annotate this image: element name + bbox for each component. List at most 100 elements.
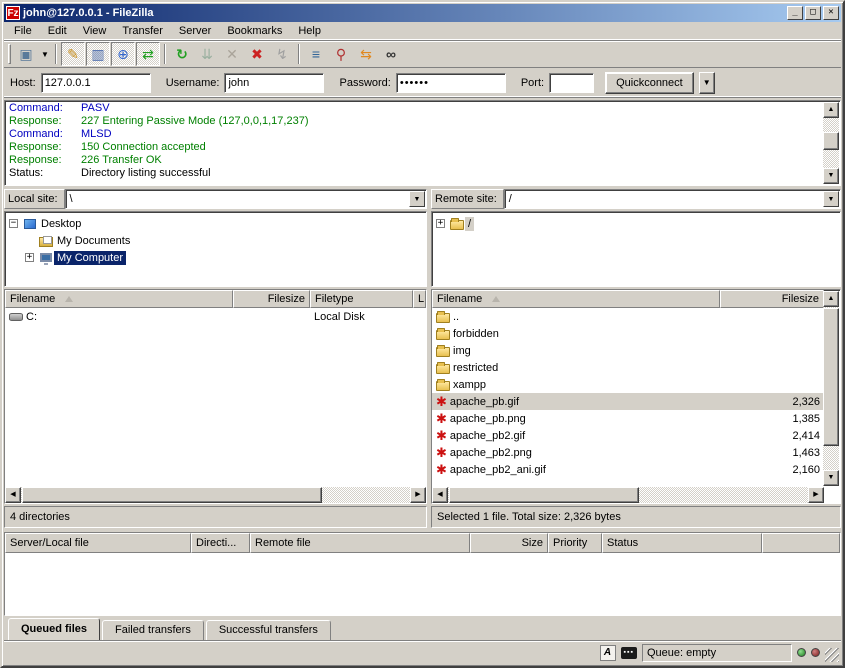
scroll-up-icon[interactable]: ▲ xyxy=(823,102,839,118)
tree-item-my-documents[interactable]: My Documents xyxy=(7,232,424,249)
column-header-remote-file[interactable]: Remote file xyxy=(250,533,470,553)
scroll-left-icon[interactable]: ◀ xyxy=(432,487,448,503)
menu-file[interactable]: File xyxy=(6,23,40,39)
menu-view[interactable]: View xyxy=(75,23,115,39)
disconnect-button[interactable]: ✖ xyxy=(245,42,269,66)
minimize-button[interactable]: _ xyxy=(787,6,803,20)
column-header-direction[interactable]: Directi... xyxy=(191,533,250,553)
file-row[interactable]: forbidden xyxy=(432,325,824,342)
tab-queued-files[interactable]: Queued files xyxy=(8,618,100,641)
column-header-filesize[interactable]: Filesize xyxy=(720,290,824,308)
tree-item-root[interactable]: + / xyxy=(434,215,838,232)
cancel-operation-button[interactable]: ✕ xyxy=(220,42,244,66)
file-row[interactable]: img xyxy=(432,342,824,359)
scroll-right-icon[interactable]: ▶ xyxy=(410,487,426,503)
column-header-status[interactable]: Status xyxy=(602,533,762,553)
quickconnect-dropdown[interactable]: ▼ xyxy=(699,72,715,94)
toggle-remote-tree-button[interactable]: ⊕ xyxy=(111,42,135,66)
column-header-filename[interactable]: Filename xyxy=(432,290,720,308)
scrollbar-thumb[interactable] xyxy=(823,308,839,446)
transfer-type-ascii-icon[interactable]: A xyxy=(600,645,616,661)
local-site-label: Local site: xyxy=(4,189,65,209)
column-header-filesize[interactable]: Filesize xyxy=(233,290,310,308)
file-row[interactable]: ✱apache_pb2.png1,463 xyxy=(432,444,824,461)
tab-failed-transfers[interactable]: Failed transfers xyxy=(102,620,204,640)
tab-successful-transfers[interactable]: Successful transfers xyxy=(206,620,331,640)
menu-server[interactable]: Server xyxy=(171,23,219,39)
file-row[interactable]: ✱apache_pb2_ani.gif2,160 xyxy=(432,461,824,478)
refresh-button[interactable]: ↻ xyxy=(170,42,194,66)
remote-directory-tree[interactable]: + / xyxy=(431,211,841,287)
find-files-icon: ∞ xyxy=(386,46,396,62)
directory-comparison-button[interactable]: ⚲ xyxy=(329,42,353,66)
remote-list-body[interactable]: .. forbidden img restricted xampp ✱apach… xyxy=(432,308,824,487)
tree-item-my-computer[interactable]: + My Computer xyxy=(7,249,424,266)
scroll-left-icon[interactable]: ◀ xyxy=(5,487,21,503)
local-list-body[interactable]: C: Local Disk xyxy=(5,308,426,487)
port-input[interactable] xyxy=(549,73,594,93)
desktop-icon xyxy=(22,217,38,231)
filter-button[interactable]: ≡ xyxy=(304,42,328,66)
local-directory-tree[interactable]: − Desktop My Documents + My Computer xyxy=(4,211,427,287)
column-header-last-modified[interactable]: L xyxy=(413,290,426,308)
menu-edit[interactable]: Edit xyxy=(40,23,75,39)
scrollbar-thumb[interactable] xyxy=(823,132,839,150)
site-manager-button[interactable]: ▣ xyxy=(14,42,38,66)
toggle-message-log-button[interactable]: ✎ xyxy=(61,42,85,66)
combo-dropdown-icon[interactable]: ▼ xyxy=(409,191,425,207)
scrollbar-thumb[interactable] xyxy=(449,487,639,503)
encryption-indicator-icon[interactable]: ▪▪▪ xyxy=(621,647,637,659)
log-vertical-scrollbar[interactable]: ▲ ▼ xyxy=(823,102,839,184)
column-header-filetype[interactable]: Filetype xyxy=(310,290,413,308)
quickconnect-button[interactable]: Quickconnect xyxy=(605,72,694,94)
file-row[interactable]: restricted xyxy=(432,359,824,376)
activity-led-red-icon xyxy=(811,648,820,657)
site-manager-dropdown[interactable]: ▼ xyxy=(39,42,51,66)
file-row[interactable]: ✱apache_pb2.gif2,414 xyxy=(432,427,824,444)
menu-help[interactable]: Help xyxy=(290,23,329,39)
local-site-combobox[interactable]: \ ▼ xyxy=(65,189,427,209)
resize-grip[interactable] xyxy=(825,648,839,662)
tree-item-desktop[interactable]: − Desktop xyxy=(7,215,424,232)
menu-bookmarks[interactable]: Bookmarks xyxy=(219,23,290,39)
file-row-selected[interactable]: ✱apache_pb.gif2,326 xyxy=(432,393,824,410)
host-input[interactable] xyxy=(41,73,151,93)
username-input[interactable] xyxy=(224,73,324,93)
column-header-filename[interactable]: Filename xyxy=(5,290,233,308)
activity-led-green-icon xyxy=(797,648,806,657)
expand-icon[interactable]: + xyxy=(25,253,34,262)
process-queue-button[interactable]: ⇊ xyxy=(195,42,219,66)
reconnect-button[interactable]: ↯ xyxy=(270,42,294,66)
file-row[interactable]: xampp xyxy=(432,376,824,393)
scroll-down-icon[interactable]: ▼ xyxy=(823,168,839,184)
scrollbar-thumb[interactable] xyxy=(22,487,322,503)
remote-horizontal-scrollbar[interactable]: ◀ ▶ xyxy=(432,487,824,503)
column-header-server-local-file[interactable]: Server/Local file xyxy=(5,533,191,553)
message-log[interactable]: Command:PASV Response:227 Entering Passi… xyxy=(4,100,841,186)
remote-vertical-scrollbar[interactable]: ▲ ▼ xyxy=(823,291,839,486)
toggle-local-tree-button[interactable]: ▥ xyxy=(86,42,110,66)
expand-icon[interactable]: + xyxy=(436,219,445,228)
toggle-queue-button[interactable]: ⇄ xyxy=(136,42,160,66)
close-button[interactable]: ✕ xyxy=(823,6,839,20)
synchronized-browsing-button[interactable]: ⇆ xyxy=(354,42,378,66)
remote-site-combobox[interactable]: / ▼ xyxy=(504,189,841,209)
find-files-button[interactable]: ∞ xyxy=(379,42,403,66)
local-horizontal-scrollbar[interactable]: ◀ ▶ xyxy=(5,487,426,503)
combo-dropdown-icon[interactable]: ▼ xyxy=(823,191,839,207)
collapse-icon[interactable]: − xyxy=(9,219,18,228)
file-row[interactable]: .. xyxy=(432,308,824,325)
scroll-up-icon[interactable]: ▲ xyxy=(823,291,839,307)
maximize-button[interactable]: □ xyxy=(805,6,821,20)
file-row[interactable]: ✱apache_pb.png1,385 xyxy=(432,410,824,427)
menu-transfer[interactable]: Transfer xyxy=(114,23,171,39)
column-header-size[interactable]: Size xyxy=(470,533,548,553)
scroll-right-icon[interactable]: ▶ xyxy=(808,487,824,503)
file-row-c-drive[interactable]: C: Local Disk xyxy=(5,308,426,325)
remote-site-label: Remote site: xyxy=(431,189,504,209)
queue-body[interactable] xyxy=(5,553,840,615)
title-bar[interactable]: Fz john@127.0.0.1 - FileZilla _ □ ✕ xyxy=(4,4,841,22)
scroll-down-icon[interactable]: ▼ xyxy=(823,470,839,486)
column-header-priority[interactable]: Priority xyxy=(548,533,602,553)
password-input[interactable] xyxy=(396,73,506,93)
